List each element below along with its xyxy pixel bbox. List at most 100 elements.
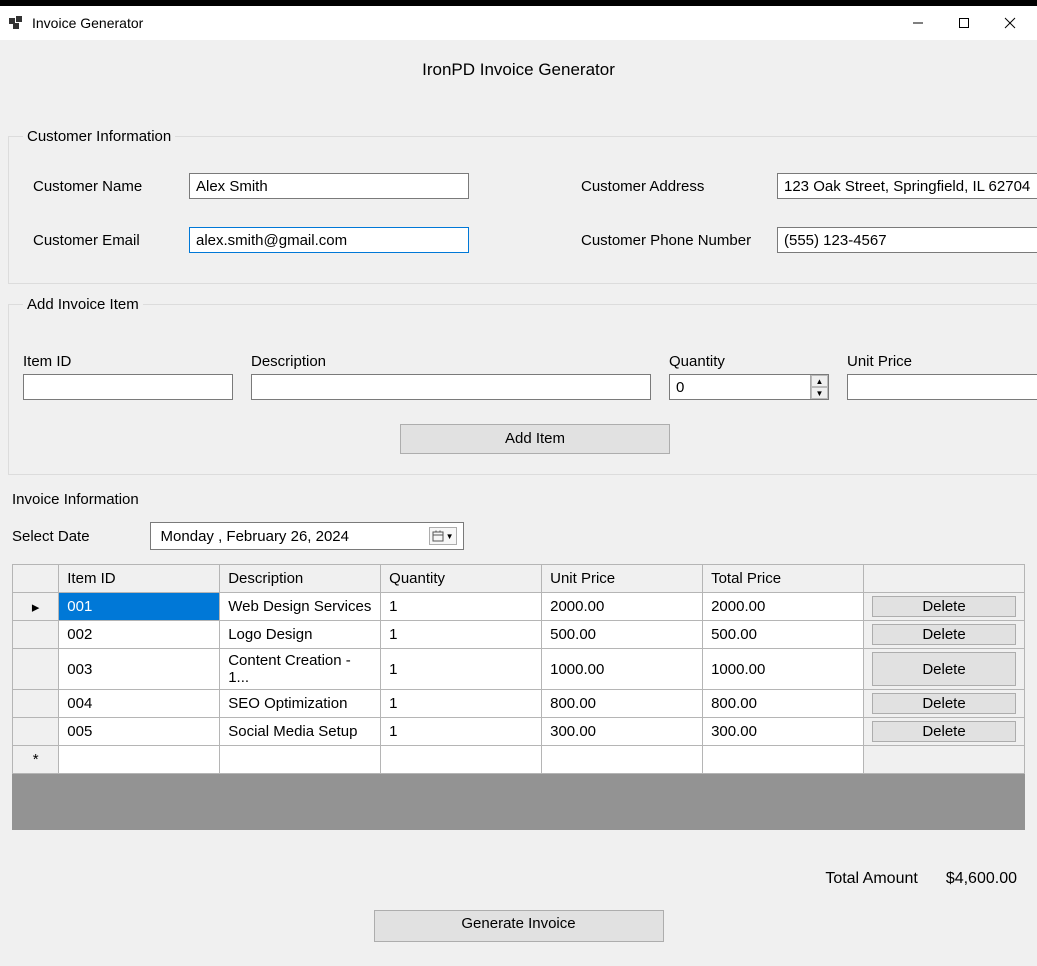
delete-button[interactable]: Delete	[872, 596, 1016, 617]
delete-button[interactable]: Delete	[872, 652, 1016, 686]
col-quantity[interactable]: Quantity	[381, 565, 542, 593]
itemid-label: Item ID	[23, 353, 233, 370]
cell-description[interactable]: SEO Optimization	[220, 690, 381, 718]
cell-total-price[interactable]: 2000.00	[703, 593, 864, 621]
customer-email-label: Customer Email	[33, 232, 173, 249]
table-row[interactable]: 003Content Creation - 1...11000.001000.0…	[13, 649, 1025, 690]
cell-unit-price[interactable]: 2000.00	[542, 593, 703, 621]
cell-quantity[interactable]: 1	[381, 718, 542, 746]
cell-delete: Delete	[864, 649, 1025, 690]
cell-total-price[interactable]: 1000.00	[703, 649, 864, 690]
date-value: Monday , February 26, 2024	[161, 528, 349, 545]
delete-button[interactable]: Delete	[872, 721, 1016, 742]
date-picker[interactable]: Monday , February 26, 2024 ▼	[150, 522, 464, 550]
col-itemid[interactable]: Item ID	[59, 565, 220, 593]
cell-unit-price[interactable]: 800.00	[542, 690, 703, 718]
generate-invoice-button[interactable]: Generate Invoice	[374, 910, 664, 942]
cell-itemid[interactable]: 005	[59, 718, 220, 746]
unitprice-label: Unit Price	[847, 353, 1037, 370]
cell-description[interactable]: Content Creation - 1...	[220, 649, 381, 690]
cell-itemid[interactable]: 002	[59, 621, 220, 649]
quantity-stepper[interactable]: ▲ ▼	[810, 375, 828, 399]
cell-total-price[interactable]: 300.00	[703, 718, 864, 746]
col-total-price[interactable]: Total Price	[703, 565, 864, 593]
cell-description[interactable]: Social Media Setup	[220, 718, 381, 746]
invoice-items-table[interactable]: Item ID Description Quantity Unit Price …	[12, 564, 1025, 774]
cell-empty[interactable]	[703, 746, 864, 774]
cell-quantity[interactable]: 1	[381, 649, 542, 690]
cell-description[interactable]: Logo Design	[220, 621, 381, 649]
app-icon	[8, 15, 24, 31]
row-indicator[interactable]: ▸	[13, 593, 59, 621]
window-title: Invoice Generator	[32, 15, 143, 31]
cell-empty[interactable]	[59, 746, 220, 774]
customer-phone-label: Customer Phone Number	[581, 232, 761, 249]
delete-button[interactable]: Delete	[872, 693, 1016, 714]
row-indicator[interactable]	[13, 690, 59, 718]
cell-itemid[interactable]: 001	[59, 593, 220, 621]
cell-quantity[interactable]: 1	[381, 593, 542, 621]
table-row[interactable]: 004SEO Optimization1800.00800.00Delete	[13, 690, 1025, 718]
table-row[interactable]: 005Social Media Setup1300.00300.00Delete	[13, 718, 1025, 746]
customer-email-input[interactable]	[189, 227, 469, 253]
customer-info-legend: Customer Information	[23, 128, 175, 145]
add-item-button[interactable]: Add Item	[400, 424, 670, 454]
add-item-group: Add Invoice Item Item ID Description Qua…	[8, 296, 1037, 475]
cell-delete: Delete	[864, 690, 1025, 718]
datagrid-empty-area	[12, 774, 1025, 830]
close-button[interactable]	[987, 8, 1033, 38]
cell-itemid[interactable]: 004	[59, 690, 220, 718]
page-title: IronPD Invoice Generator	[4, 40, 1033, 128]
minimize-button[interactable]	[895, 8, 941, 38]
col-unit-price[interactable]: Unit Price	[542, 565, 703, 593]
customer-name-label: Customer Name	[33, 178, 173, 195]
customer-address-input[interactable]	[777, 173, 1037, 199]
new-row-indicator[interactable]: *	[13, 746, 59, 774]
table-row[interactable]: 002Logo Design1500.00500.00Delete	[13, 621, 1025, 649]
cell-delete: Delete	[864, 593, 1025, 621]
cell-itemid[interactable]: 003	[59, 649, 220, 690]
add-item-legend: Add Invoice Item	[23, 296, 143, 313]
invoice-info-section: Invoice Information Select Date Monday ,…	[8, 487, 1029, 838]
description-label: Description	[251, 353, 651, 370]
itemid-input[interactable]	[23, 374, 233, 400]
cell-quantity[interactable]: 1	[381, 690, 542, 718]
row-indicator[interactable]	[13, 621, 59, 649]
row-header-corner	[13, 565, 59, 593]
customer-address-label: Customer Address	[581, 178, 761, 195]
cell-unit-price[interactable]: 300.00	[542, 718, 703, 746]
customer-name-input[interactable]	[189, 173, 469, 199]
cell-total-price[interactable]: 800.00	[703, 690, 864, 718]
cell-delete-empty	[864, 746, 1025, 774]
cell-empty[interactable]	[542, 746, 703, 774]
cell-delete: Delete	[864, 621, 1025, 649]
description-input[interactable]	[251, 374, 651, 400]
cell-empty[interactable]	[381, 746, 542, 774]
total-amount-value: $4,600.00	[946, 870, 1017, 888]
delete-button[interactable]: Delete	[872, 624, 1016, 645]
col-description[interactable]: Description	[220, 565, 381, 593]
calendar-dropdown-icon[interactable]: ▼	[429, 527, 457, 545]
select-date-label: Select Date	[12, 528, 90, 545]
cell-total-price[interactable]: 500.00	[703, 621, 864, 649]
col-delete	[864, 565, 1025, 593]
cell-unit-price[interactable]: 1000.00	[542, 649, 703, 690]
cell-unit-price[interactable]: 500.00	[542, 621, 703, 649]
titlebar: Invoice Generator	[0, 6, 1037, 40]
customer-phone-input[interactable]	[777, 227, 1037, 253]
table-new-row[interactable]: *	[13, 746, 1025, 774]
row-indicator[interactable]	[13, 649, 59, 690]
cell-description[interactable]: Web Design Services	[220, 593, 381, 621]
cell-delete: Delete	[864, 718, 1025, 746]
quantity-down-icon[interactable]: ▼	[811, 387, 828, 399]
total-amount-label: Total Amount	[825, 870, 918, 888]
quantity-up-icon[interactable]: ▲	[811, 375, 828, 387]
unitprice-input[interactable]	[847, 374, 1037, 400]
customer-info-group: Customer Information Customer Name Custo…	[8, 128, 1037, 284]
cell-quantity[interactable]: 1	[381, 621, 542, 649]
row-indicator[interactable]	[13, 718, 59, 746]
maximize-button[interactable]	[941, 8, 987, 38]
quantity-input[interactable]	[669, 374, 829, 400]
table-row[interactable]: ▸001Web Design Services12000.002000.00De…	[13, 593, 1025, 621]
cell-empty[interactable]	[220, 746, 381, 774]
